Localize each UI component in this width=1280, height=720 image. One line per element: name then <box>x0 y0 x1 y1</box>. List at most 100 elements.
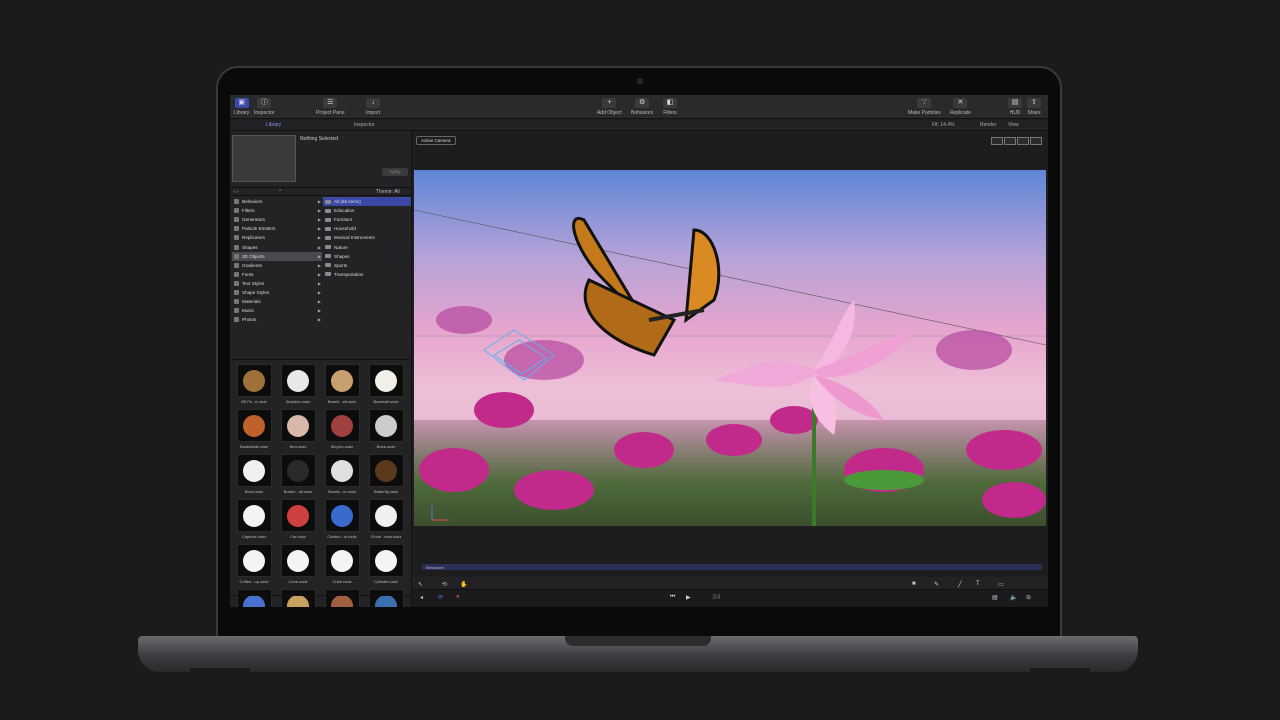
volume-icon[interactable]: 🔈 <box>1010 594 1017 601</box>
library-item[interactable]: Cylinder.usdz <box>364 544 408 589</box>
library-item[interactable]: Capsule.usdz <box>232 499 276 544</box>
category-item[interactable]: Shapes ▶ <box>232 242 322 251</box>
layout-icon[interactable]: ▤ <box>992 594 998 601</box>
zoom-level[interactable]: Fit: 14.4% <box>932 122 955 128</box>
folder-icon <box>325 263 331 268</box>
folder-icon <box>325 245 331 250</box>
subcategory-item[interactable]: Sports <box>323 261 411 270</box>
path-popup[interactable]: ⌃ <box>278 189 282 195</box>
library-item[interactable]: Bowl.usdz <box>232 454 276 499</box>
subcategory-item[interactable]: Nature <box>323 242 411 251</box>
subcategory-item[interactable]: Furniture <box>323 215 411 224</box>
mask-tool-icon[interactable]: ▭ <box>998 581 1004 588</box>
tab-inspector[interactable]: Inspector <box>354 122 375 128</box>
category-item[interactable]: Materials ▶ <box>232 297 322 306</box>
library-item[interactable]: Carbon...le.usdz <box>320 499 364 544</box>
zoom-icon[interactable]: ⊖ <box>1026 594 1031 601</box>
category-item[interactable]: Fonts ▶ <box>232 270 322 279</box>
view-button[interactable] <box>991 137 1003 145</box>
tab-library[interactable]: Library <box>266 122 281 128</box>
timeline-track[interactable] <box>422 564 1042 570</box>
subcategory-item[interactable]: Musical Instruments <box>323 233 411 242</box>
canvas[interactable] <box>414 170 1046 526</box>
back-icon[interactable]: ‹ › <box>234 189 239 195</box>
library-item[interactable]: Baseb...all.usdz <box>320 364 364 409</box>
arrow-icon: ▶ <box>317 299 321 305</box>
category-item[interactable]: Text Styles ▶ <box>232 279 322 288</box>
record-button-icon[interactable]: ● <box>456 594 460 600</box>
library-item[interactable]: Book.usdz <box>364 409 408 454</box>
category-icon <box>234 280 239 286</box>
apply-button[interactable]: Apply <box>382 168 408 176</box>
subcategory-item[interactable]: Household <box>323 224 411 233</box>
view-button[interactable] <box>1004 137 1016 145</box>
replicate-button[interactable]: ✕ Replicate <box>950 98 971 116</box>
library-item[interactable]: Bed.usdz <box>276 409 320 454</box>
subcategory-item[interactable]: Transportation <box>323 270 411 279</box>
go-to-start-icon[interactable]: ⏮ <box>670 594 675 601</box>
loop-icon[interactable]: ⟳ <box>438 594 443 601</box>
hud-button[interactable]: ▤ HUD <box>1008 98 1022 116</box>
category-item[interactable]: Photos ▶ <box>232 315 322 324</box>
share-icon: ⇪ <box>1027 98 1041 108</box>
hand-tool-icon[interactable]: ✋ <box>460 581 467 588</box>
category-item[interactable]: 3D Objects ▶ <box>232 251 322 261</box>
filters-button[interactable]: ◧ Filters <box>663 98 677 116</box>
library-item[interactable]: Cone.usdz <box>276 544 320 589</box>
library-item[interactable]: Bowlin...in.usdz <box>320 454 364 499</box>
subcategory-label: Education <box>334 208 355 214</box>
view-menu[interactable]: View <box>1008 122 1019 128</box>
library-item[interactable]: 2B Pe...il.usdz <box>232 364 276 409</box>
category-item[interactable]: Replicators ▶ <box>232 233 322 242</box>
inspector-button[interactable]: ⓘ Inspector <box>254 98 275 116</box>
share-button[interactable]: ⇪ Share <box>1027 98 1041 116</box>
filters-icon: ◧ <box>663 98 677 108</box>
subcategory-item[interactable]: All (66 items) <box>323 197 411 207</box>
record-icon[interactable]: ◂ <box>420 594 423 601</box>
library-item[interactable]: Circle...rrow.usdz <box>364 499 408 544</box>
subcategory-item[interactable]: Education <box>323 206 411 215</box>
category-item[interactable]: Shape Styles ▶ <box>232 288 322 297</box>
category-item[interactable]: Behaviors ▶ <box>232 197 322 206</box>
category-icon <box>234 244 239 250</box>
library-item[interactable]: Coffee...up.usdz <box>232 544 276 589</box>
library-item[interactable]: Airplane.usdz <box>276 364 320 409</box>
item-thumbnail <box>324 544 360 577</box>
library-button[interactable]: ▣ Library <box>234 98 249 116</box>
subcategory-item[interactable]: Shapes <box>323 252 411 261</box>
play-icon[interactable]: ▶ <box>686 594 691 601</box>
item-thumbnail <box>236 364 272 397</box>
shape-tool-icon[interactable]: ■ <box>912 581 916 587</box>
object-preview <box>375 414 397 437</box>
library-item[interactable]: Bowlin...all.usdz <box>276 454 320 499</box>
line-tool-icon[interactable]: ╱ <box>958 581 962 588</box>
category-item[interactable]: Particle Emitters ▶ <box>232 224 322 233</box>
category-item[interactable]: Gradients ▶ <box>232 261 322 270</box>
library-item[interactable]: Cube.usdz <box>320 544 364 589</box>
category-item[interactable]: Generators ▶ <box>232 215 322 224</box>
text-tool-icon[interactable]: T <box>976 581 980 587</box>
library-item[interactable]: Car.usdz <box>276 499 320 544</box>
theme-popup[interactable]: Theme: All <box>376 189 400 195</box>
view-button[interactable] <box>1017 137 1029 145</box>
library-item[interactable]: Baseball.usdz <box>364 364 408 409</box>
screen: ▣ Library ⓘ Inspector ☰ Project Pane ↓ I… <box>230 95 1048 607</box>
render-menu[interactable]: Render <box>980 122 996 128</box>
library-item[interactable]: Butterfly.usdz <box>364 454 408 499</box>
pen-tool-icon[interactable]: ✎ <box>934 581 939 588</box>
import-button[interactable]: ↓ Import <box>366 98 380 116</box>
select-tool-icon[interactable]: ↖ <box>418 581 423 588</box>
category-item[interactable]: Filters ▶ <box>232 206 322 215</box>
library-item[interactable]: Basketball.usdz <box>232 409 276 454</box>
camera-select[interactable]: Active Camera <box>416 136 456 145</box>
project-pane-button[interactable]: ☰ Project Pane <box>316 98 345 116</box>
make-particles-button[interactable]: ∵ Make Particles <box>908 98 941 116</box>
behaviors-button[interactable]: ⚙ Behaviors <box>631 98 653 116</box>
view-button[interactable] <box>1030 137 1042 145</box>
category-item[interactable]: Music ▶ <box>232 306 322 315</box>
transform-tool-icon[interactable]: ⟲ <box>442 581 447 588</box>
add-object-button[interactable]: + Add Object <box>597 98 622 116</box>
timecode[interactable]: 34 <box>712 594 720 602</box>
arrow-icon: ▶ <box>317 280 321 286</box>
library-item[interactable]: Bicycle.usdz <box>320 409 364 454</box>
